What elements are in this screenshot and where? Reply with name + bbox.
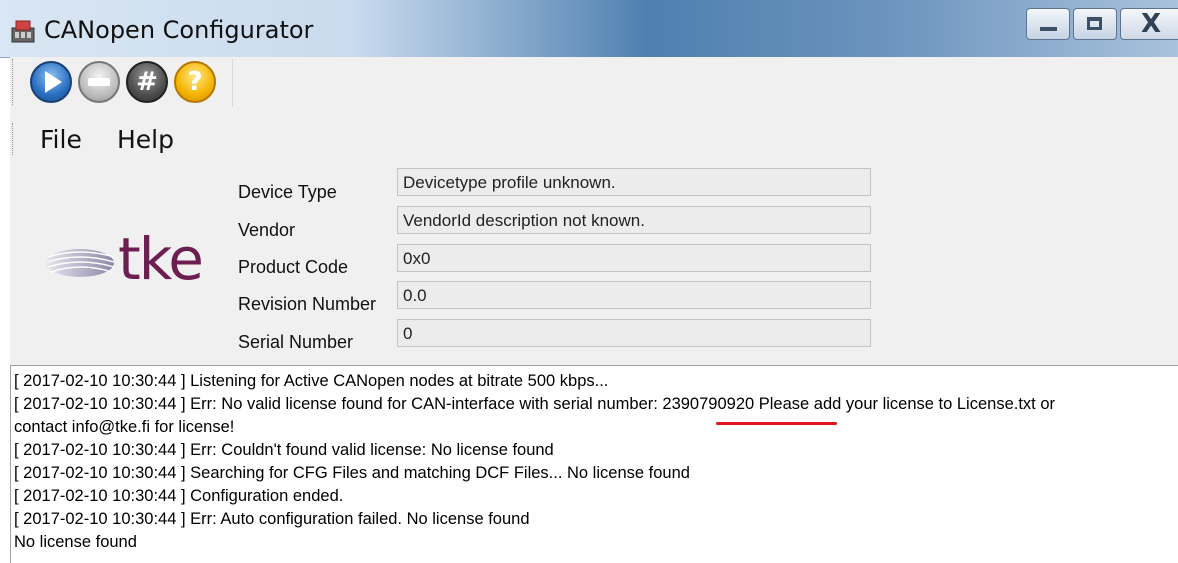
- menu-bar: File Help: [10, 113, 1178, 163]
- close-icon: X: [1141, 9, 1162, 39]
- title-bar: CANopen Configurator X: [0, 0, 1178, 58]
- toolbar: # ?: [10, 57, 1178, 113]
- device-type-field[interactable]: Devicetype profile unknown.: [397, 168, 871, 196]
- configure-button[interactable]: #: [126, 61, 168, 103]
- vendor-field[interactable]: VendorId description not known.: [397, 206, 871, 234]
- product-code-field[interactable]: 0x0: [397, 244, 871, 272]
- revision-number-label: Revision Number: [238, 294, 377, 314]
- play-button[interactable]: [30, 61, 72, 103]
- log-output[interactable]: [ 2017-02-10 10:30:44 ] Listening for Ac…: [10, 365, 1178, 563]
- log-line: [ 2017-02-10 10:30:44 ] Configuration en…: [14, 487, 344, 505]
- log-line: No license found: [14, 533, 137, 551]
- window-title: CANopen Configurator: [44, 16, 314, 44]
- stop-icon: [88, 78, 110, 86]
- play-icon: [45, 71, 62, 93]
- menu-help[interactable]: Help: [117, 125, 174, 154]
- window-body: # ? File Help tke Device Type Devicetype…: [10, 57, 1178, 563]
- log-line: [ 2017-02-10 10:30:44 ] Err: Couldn't fo…: [14, 441, 554, 459]
- log-line: [ 2017-02-10 10:30:44 ] Listening for Ac…: [14, 372, 609, 390]
- logo-swoosh-icon: [46, 249, 115, 277]
- revision-number-field[interactable]: 0.0: [397, 281, 871, 309]
- menu-grip[interactable]: [12, 123, 16, 155]
- minimize-icon: [1040, 27, 1057, 31]
- vendor-label: Vendor: [238, 220, 296, 240]
- stop-button[interactable]: [78, 61, 120, 103]
- toolbar-separator: [232, 59, 233, 107]
- serial-number-label: Serial Number: [238, 332, 354, 352]
- tke-logo: tke: [44, 225, 214, 293]
- log-line: [ 2017-02-10 10:30:44 ] Err: Auto config…: [14, 510, 530, 528]
- log-line: [ 2017-02-10 10:30:44 ] Err: No valid li…: [14, 395, 1056, 413]
- app-icon: [10, 18, 36, 44]
- close-button[interactable]: X: [1120, 8, 1178, 40]
- device-info-panel: tke Device Type Devicetype profile unkno…: [10, 163, 1178, 353]
- serial-highlight-underline: [716, 422, 837, 425]
- toolbar-grip[interactable]: [12, 59, 16, 105]
- product-code-label: Product Code: [238, 257, 349, 277]
- menu-file[interactable]: File: [40, 125, 82, 154]
- log-line: [ 2017-02-10 10:30:44 ] Searching for CF…: [14, 464, 690, 482]
- minimize-button[interactable]: [1026, 8, 1070, 40]
- help-button[interactable]: ?: [174, 61, 216, 103]
- hash-icon: #: [136, 67, 158, 97]
- maximize-icon: [1087, 17, 1102, 30]
- serial-number-field[interactable]: 0: [397, 319, 871, 347]
- help-icon: ?: [187, 67, 203, 97]
- logo-text: tke: [118, 225, 204, 293]
- maximize-button[interactable]: [1073, 8, 1117, 40]
- device-type-label: Device Type: [238, 182, 337, 202]
- log-line: contact info@tke.fi for license!: [14, 418, 235, 436]
